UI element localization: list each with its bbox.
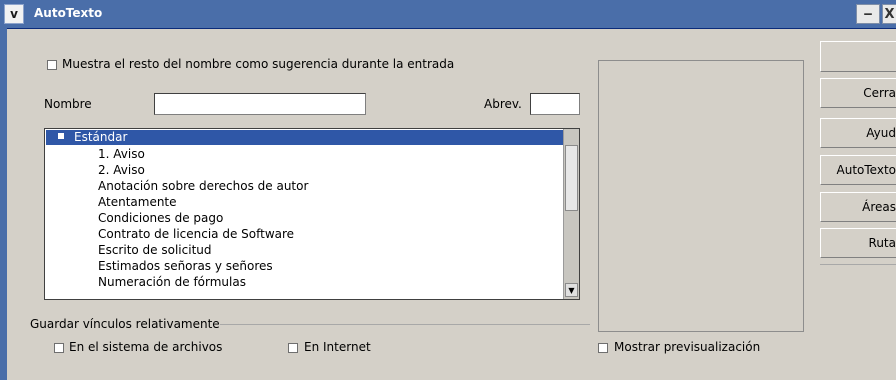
- preview-panel: [598, 60, 804, 332]
- paths-button[interactable]: Ruta: [820, 228, 896, 258]
- list-item[interactable]: Numeración de fórmulas: [98, 274, 246, 290]
- save-links-label: Guardar vínculos relativamente: [30, 317, 220, 331]
- nombre-input[interactable]: [154, 93, 366, 115]
- show-preview-checkbox[interactable]: [598, 343, 608, 353]
- system-menu-button[interactable]: v: [4, 4, 24, 24]
- help-button[interactable]: Ayud: [820, 118, 896, 148]
- close-button[interactable]: Cerra: [820, 78, 896, 108]
- autotext-list[interactable]: Estándar 1. Aviso 2. Aviso Anotación sob…: [44, 128, 580, 300]
- internet-checkbox[interactable]: [288, 343, 298, 353]
- title-bar: v AutoTexto ‒ X: [0, 0, 896, 29]
- list-item[interactable]: Anotación sobre derechos de autor: [98, 178, 308, 194]
- window-title: AutoTexto: [34, 6, 103, 20]
- autotext-button-label: AutoTexto: [836, 163, 896, 177]
- category-header-row[interactable]: Estándar: [46, 130, 565, 145]
- help-button-label: Ayud: [866, 126, 896, 140]
- areas-button-label: Áreas: [862, 200, 896, 214]
- minimize-button[interactable]: ‒: [856, 4, 880, 24]
- list-item[interactable]: Escrito de solicitud: [98, 242, 212, 258]
- scrollbar-thumb[interactable]: [565, 145, 578, 211]
- autotext-button[interactable]: AutoTexto: [820, 155, 896, 185]
- internet-label: En Internet: [304, 340, 371, 354]
- abrev-label: Abrev.: [484, 97, 522, 111]
- list-item[interactable]: Contrato de licencia de Software: [98, 226, 294, 242]
- list-scrollbar[interactable]: ▼: [563, 129, 579, 299]
- collapse-icon[interactable]: [58, 133, 64, 139]
- close-button-label: Cerra: [863, 86, 896, 100]
- list-item[interactable]: Condiciones de pago: [98, 210, 223, 226]
- show-preview-label: Mostrar previsualización: [614, 340, 761, 354]
- filesystem-label: En el sistema de archivos: [69, 340, 223, 354]
- list-item[interactable]: Estimados señoras y señores: [98, 258, 273, 274]
- category-label: Estándar: [74, 130, 128, 144]
- group-divider: [220, 324, 590, 325]
- chevron-down-icon: v: [10, 7, 18, 21]
- scroll-down-arrow-icon[interactable]: ▼: [565, 283, 578, 297]
- list-item[interactable]: 1. Aviso: [98, 146, 145, 162]
- close-icon: X: [884, 6, 895, 22]
- filesystem-checkbox[interactable]: [54, 343, 64, 353]
- insert-button[interactable]: [820, 41, 896, 72]
- paths-button-label: Ruta: [868, 236, 896, 250]
- suggest-checkbox[interactable]: [47, 60, 57, 70]
- suggest-label-text: Muestra el resto del nombre como sugeren…: [62, 57, 455, 71]
- areas-button[interactable]: Áreas: [820, 192, 896, 222]
- nombre-label: Nombre: [44, 97, 92, 111]
- list-item[interactable]: Atentamente: [98, 194, 177, 210]
- abrev-input[interactable]: [530, 93, 580, 115]
- suggest-label: Muestra el resto del nombre como sugeren…: [62, 57, 454, 71]
- minimize-icon: ‒: [863, 6, 873, 22]
- list-item[interactable]: 2. Aviso: [98, 162, 145, 178]
- buttons-divider: [820, 264, 896, 265]
- close-window-button[interactable]: X: [882, 4, 896, 24]
